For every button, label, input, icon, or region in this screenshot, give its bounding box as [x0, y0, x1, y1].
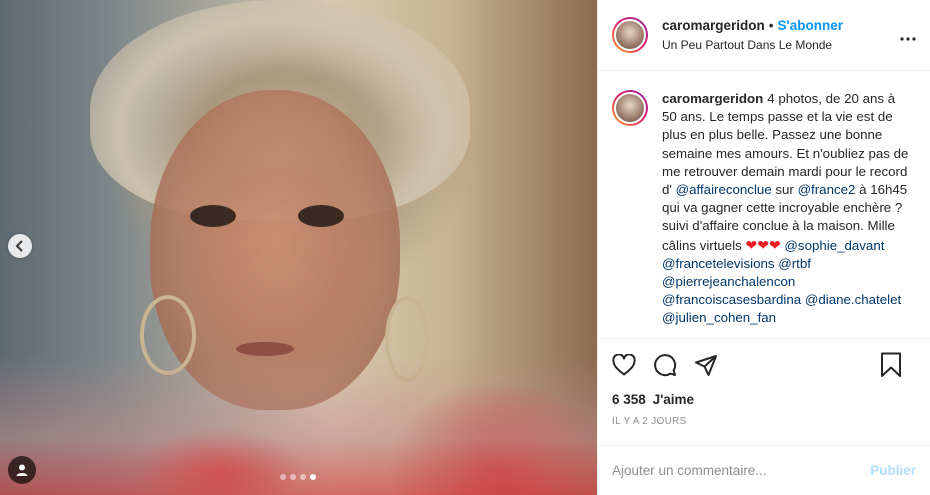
hearts-emoji: ❤❤❤	[745, 236, 781, 253]
mention-link[interactable]: @france2	[798, 182, 856, 197]
share-button[interactable]	[692, 351, 720, 379]
photo-eye-right	[298, 205, 344, 227]
caption-text: sur	[771, 182, 798, 198]
header-meta: caromargeridon • S'abonner Un Peu Partout …	[662, 18, 843, 52]
carousel-dot	[280, 474, 286, 480]
share-icon	[695, 354, 717, 376]
like-button[interactable]	[610, 351, 638, 379]
header-line: caromargeridon • S'abonner	[662, 18, 843, 33]
likes-count[interactable]: 6 358 J'aime	[598, 390, 930, 410]
tag-people-button[interactable]	[8, 456, 36, 484]
mention-link[interactable]: @sophie_davant	[784, 238, 884, 253]
more-options-button[interactable]	[900, 25, 916, 46]
more-horizontal-icon	[900, 37, 916, 41]
mention-link[interactable]: @diane.chatelet	[805, 292, 901, 307]
user-tag-icon	[16, 464, 28, 476]
post-timestamp[interactable]: IL Y A 2 JOURS	[598, 410, 930, 434]
carousel-dot	[290, 474, 296, 480]
username-link[interactable]: caromargeridon	[662, 18, 765, 33]
comment-input[interactable]	[612, 463, 842, 478]
post-photo[interactable]	[0, 0, 597, 495]
add-comment-bar: Publier	[598, 445, 930, 495]
avatar[interactable]	[612, 17, 648, 53]
mention-link[interactable]: @francoiscasesbardina	[662, 292, 801, 307]
mention-link[interactable]: @pierrejeanchalencon	[662, 274, 795, 289]
carousel-prev-button[interactable]	[8, 234, 32, 258]
caption-avatar[interactable]	[612, 90, 648, 126]
publish-button[interactable]: Publier	[870, 463, 916, 478]
mention-link[interactable]: @rtbf	[778, 256, 811, 271]
chevron-left-icon	[15, 240, 23, 252]
mention-link[interactable]: @affaireconclue	[676, 182, 772, 197]
photo-mouth	[236, 342, 294, 356]
location-link[interactable]: Un Peu Partout Dans Le Monde	[662, 38, 843, 52]
caption-username[interactable]: caromargeridon	[662, 91, 763, 106]
mention-link[interactable]: @julien_cohen_fan	[662, 310, 776, 325]
mention-link[interactable]: @francetelevisions	[662, 256, 775, 271]
carousel-dot	[300, 474, 306, 480]
separator: •	[768, 18, 774, 33]
likes-number: 6 358	[612, 392, 646, 407]
comment-button[interactable]	[651, 351, 679, 379]
post-header: caromargeridon • S'abonner Un Peu Partout …	[598, 0, 930, 71]
carousel-dot-active	[310, 474, 316, 480]
likes-label: J'aime	[652, 392, 695, 407]
comments-section: caromargeridon 4 photos, de 20 ans à 50 a…	[598, 71, 930, 338]
photo-eye-left	[190, 205, 236, 227]
follow-button[interactable]: S'abonner	[778, 18, 843, 33]
post-caption: caromargeridon 4 photos, de 20 ans à 50 a…	[662, 90, 909, 338]
post-sidebar: caromargeridon • S'abonner Un Peu Partout …	[597, 0, 930, 495]
save-button[interactable]	[877, 351, 905, 379]
heart-icon	[612, 353, 636, 375]
bookmark-icon	[881, 352, 901, 377]
comment-icon	[654, 353, 677, 376]
instagram-post: caromargeridon • S'abonner Un Peu Partout …	[0, 0, 930, 495]
action-bar	[598, 338, 930, 390]
carousel-dots	[280, 474, 316, 480]
